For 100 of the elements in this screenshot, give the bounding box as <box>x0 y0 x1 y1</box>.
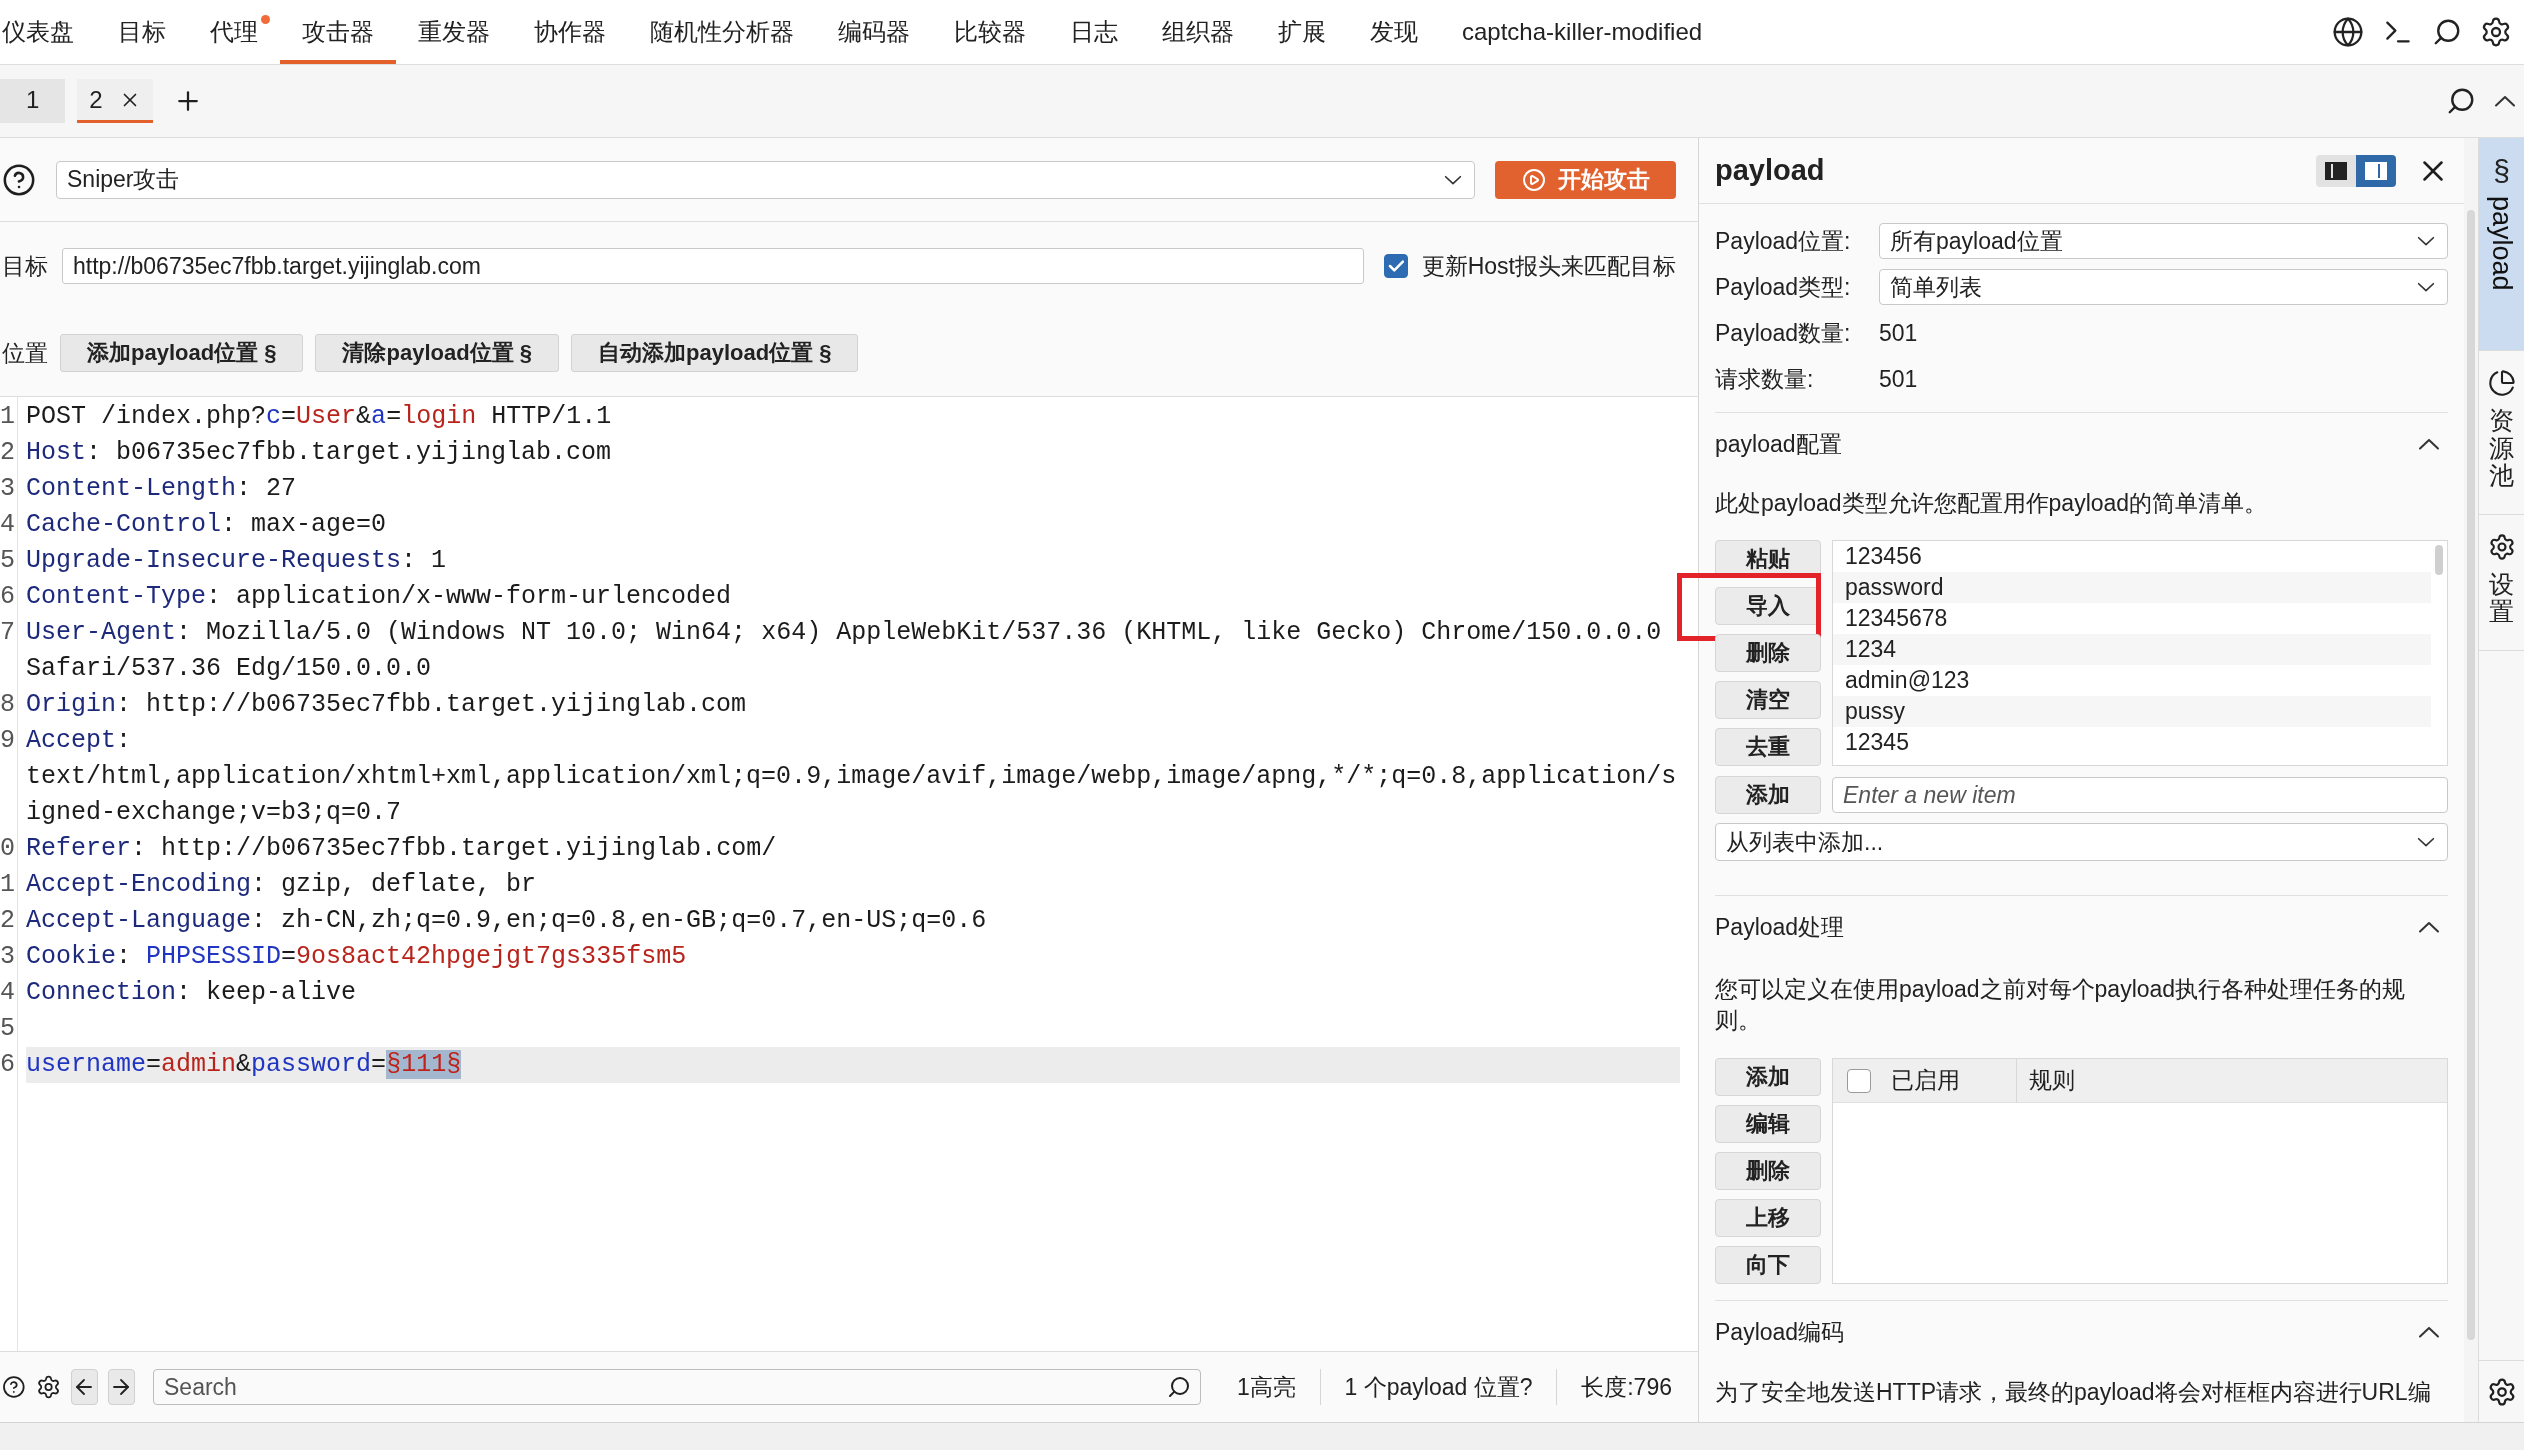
attack-tab[interactable]: 1 <box>0 79 66 123</box>
field-value: 501 <box>1879 365 1919 393</box>
list-action-button[interactable]: 去重 <box>1715 728 1821 766</box>
line-number: 1 <box>0 869 16 901</box>
pie-chart-icon <box>2487 369 2516 397</box>
forward-button[interactable] <box>107 1369 135 1405</box>
add-button[interactable]: 添加 <box>1715 776 1821 814</box>
checkbox[interactable] <box>1383 254 1408 278</box>
position-button[interactable]: 自动添加payload位置 § <box>570 334 859 372</box>
line-number: 4 <box>0 977 16 1009</box>
settings-icon <box>2487 532 2516 561</box>
line-number: 6 <box>0 581 16 613</box>
nav-tab[interactable]: 协作器 <box>512 0 628 64</box>
check-icon <box>1387 260 1404 272</box>
payload-position-count: 1 个payload 位置? <box>1343 1372 1534 1402</box>
nav-tab[interactable]: 组织器 <box>1140 0 1256 64</box>
rule-action-button[interactable]: 添加 <box>1715 1058 1821 1096</box>
attack-tab[interactable]: 2 <box>77 79 153 123</box>
nav-tab[interactable]: 随机性分析器 <box>628 0 816 64</box>
nav-tab[interactable]: 重发器 <box>396 0 512 64</box>
section-description: 此处payload类型允许您配置用作payload的简单清单。 <box>1715 489 2269 518</box>
side-tab[interactable]: 设置 <box>2479 514 2524 651</box>
globe-icon[interactable] <box>2332 16 2364 48</box>
payload-option-dropdown[interactable]: 所有payload位置 <box>1879 223 2448 259</box>
code-line: Origin: http://b06735ec7fbb.target.yijinglab.com <box>26 689 748 721</box>
nav-tab[interactable]: 发现 <box>1348 0 1440 64</box>
line-number: 0 <box>0 833 16 865</box>
payload-list-item[interactable]: 1234 <box>1833 634 2431 665</box>
search-icon[interactable] <box>1167 1375 1191 1399</box>
rule-action-button[interactable]: 向下 <box>1715 1246 1821 1284</box>
chevron-up-icon[interactable] <box>2494 95 2516 107</box>
rule-action-button[interactable]: 上移 <box>1715 1199 1821 1237</box>
section-title: Payload处理 <box>1715 912 1845 942</box>
nav-tab[interactable]: 扩展 <box>1256 0 1348 64</box>
help-icon[interactable] <box>2 162 36 197</box>
side-tab[interactable]: 资源池 <box>2479 351 2524 515</box>
code-line: Accept: text/html,application/xhtml+xml,application/xml;q=0.9,image/avif,image/webp,image/apng,*/*;q=0.8,application/signed-exchange;v=b3;q=0.7 <box>26 725 1678 829</box>
section-title: Payload编码 <box>1715 1317 1845 1347</box>
line-number: 2 <box>0 905 16 937</box>
line-number: 5 <box>0 1013 16 1045</box>
chevron-up-icon[interactable] <box>2418 921 2440 933</box>
line-number: 4 <box>0 509 16 541</box>
nav-tab[interactable]: 比较器 <box>932 0 1048 64</box>
layout-toggle-button[interactable] <box>2356 154 2396 187</box>
position-button[interactable]: 添加payload位置 § <box>60 334 304 372</box>
target-label: 目标 <box>2 251 48 281</box>
target-url-field[interactable]: http://b06735ec7fbb.target.yijinglab.com <box>62 248 1364 284</box>
panel-title: payload <box>1715 154 1825 187</box>
list-action-button[interactable]: 清空 <box>1715 681 1821 719</box>
line-number: 3 <box>0 473 16 505</box>
attack-type-dropdown[interactable]: Sniper攻击 <box>56 160 1475 199</box>
nav-tab[interactable]: 编码器 <box>816 0 932 64</box>
position-button[interactable]: 清除payload位置 § <box>315 334 559 372</box>
nav-tab[interactable]: 目标 <box>96 0 188 64</box>
code-line: Host: b06735ec7fbb.target.yijinglab.com <box>26 437 613 469</box>
search-icon[interactable] <box>2432 17 2462 47</box>
code-line: Cache-Control: max-age=0 <box>26 509 388 541</box>
payload-list-item[interactable]: pussy <box>1833 696 2431 727</box>
nav-tab[interactable]: 日志 <box>1048 0 1140 64</box>
code-line: Connection: keep-alive <box>26 977 358 1009</box>
scrollbar-thumb[interactable] <box>2467 210 2475 1340</box>
code-line: User-Agent: Mozilla/5.0 (Windows NT 10.0; Win64; x64) AppleWebKit/537.36 (KHTML, like Gecko) Chrome/150.0.0.0 Safari/537.36 Edg/150.0.0.0 <box>26 617 1663 685</box>
chevron-down-icon <box>2417 837 2435 847</box>
line-number: 3 <box>0 941 16 973</box>
search-icon[interactable] <box>2446 86 2476 116</box>
scrollbar-thumb[interactable] <box>2435 545 2443 575</box>
list-action-button[interactable]: 删除 <box>1715 634 1821 672</box>
add-from-list-dropdown[interactable]: 从列表中添加... <box>1715 823 2448 861</box>
settings-icon[interactable] <box>2480 16 2512 48</box>
line-number: 7 <box>0 617 16 649</box>
nav-tab[interactable]: 仪表盘 <box>0 0 96 64</box>
play-icon <box>1521 167 1546 192</box>
field-label: Payload类型: <box>1715 272 1852 302</box>
payload-list-item[interactable]: password <box>1833 572 2431 603</box>
code-line: Referer: http://b06735ec7fbb.target.yijinglab.com/ <box>26 833 778 865</box>
code-line: Content-Type: application/x-www-form-urlencoded <box>26 581 733 613</box>
panel-layout-icon <box>2325 161 2347 180</box>
back-button[interactable] <box>70 1369 98 1405</box>
checkbox[interactable] <box>1847 1068 1871 1093</box>
chevron-up-icon[interactable] <box>2418 1326 2440 1338</box>
code-line: Content-Length: 27 <box>26 473 298 505</box>
line-number: 2 <box>0 437 16 469</box>
payload-option-dropdown[interactable]: 简单列表 <box>1879 269 2448 305</box>
chevron-down-icon <box>2417 282 2435 292</box>
section-title: payload配置 <box>1715 429 1842 459</box>
section-description: 为了安全地发送HTTP请求，最终的payload将会对框框内容进行URL编 <box>1715 1378 2432 1407</box>
chevron-up-icon[interactable] <box>2418 438 2440 450</box>
side-tab[interactable]: § payload <box>2479 138 2524 351</box>
checkbox-label: 更新Host报头来匹配目标 <box>1421 251 1676 281</box>
rule-action-button[interactable]: 删除 <box>1715 1152 1821 1190</box>
line-number: 9 <box>0 725 16 757</box>
nav-tab[interactable]: 代理 <box>188 0 280 64</box>
nav-tab[interactable]: captcha-killer-modified <box>1440 0 1725 64</box>
field-label: Payload数量: <box>1715 318 1852 348</box>
line-number: 5 <box>0 545 16 577</box>
search-field[interactable]: Search <box>153 1369 1201 1405</box>
new-item-field[interactable]: Enter a new item <box>1832 777 2448 813</box>
rule-action-button[interactable]: 编辑 <box>1715 1105 1821 1143</box>
line-number: 1 <box>0 401 16 433</box>
layout-toggle-button[interactable] <box>2316 154 2356 187</box>
